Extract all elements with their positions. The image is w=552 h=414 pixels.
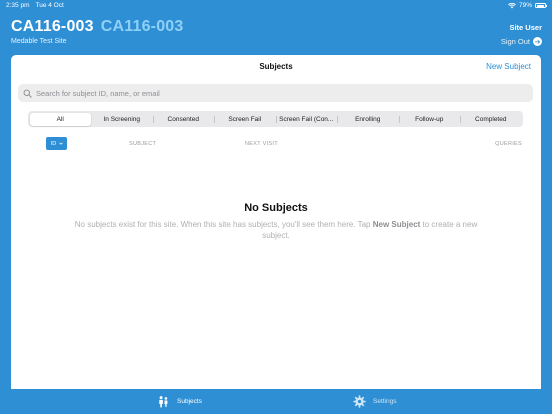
battery-percent: 79% [518,2,532,9]
filter-segment[interactable]: In Screening [91,113,153,126]
tab-settings-label: Settings [373,398,397,405]
status-date: Tue 4 Oct [35,2,64,9]
people-icon [159,396,168,408]
status-bar: 2:35 pm Tue 4 Oct 79% [0,0,552,11]
filter-segment[interactable]: All [29,112,91,126]
column-header-next-visit: NEXT VISIT [245,141,278,147]
search-input[interactable] [36,88,516,98]
tab-subjects-label: Subjects [177,398,202,405]
user-name: Site User [509,23,542,32]
site-name: Medable Test Site [11,38,67,45]
tab-settings[interactable]: Settings [353,395,397,408]
status-time: 2:35 pm [6,2,30,9]
sort-id-button[interactable]: ID [46,137,67,150]
empty-state-title: No Subjects [244,202,308,214]
filter-segment[interactable]: Completed [460,113,522,126]
filter-segment[interactable]: Screen Fail [214,113,276,126]
gear-icon [353,395,366,408]
tab-bar: Subjects Settings [0,389,552,414]
study-title: CA116-003 CA116-003 [11,18,184,36]
battery-icon [535,3,547,8]
study-code-secondary: CA116-003 [100,18,184,35]
app-header: CA116-003 CA116-003 Medable Test Site Si… [0,11,552,54]
sign-out-label: Sign Out [500,37,530,46]
column-headers: ID SUBJECT NEXT VISIT QUERIES [11,137,541,150]
sort-id-label: ID [50,140,57,147]
tab-subjects[interactable]: Subjects [157,395,202,408]
arrow-right-circle-icon: ➔ [533,37,542,46]
filter-segment[interactable]: Follow-up [398,113,461,126]
empty-state-text-before: No subjects exist for this site. When th… [74,220,373,229]
page-title: Subjects [259,62,293,71]
filter-segment[interactable]: Consented [152,113,215,126]
new-subject-button[interactable]: New Subject [486,62,531,71]
empty-state-text-bold: New Subject [372,220,421,229]
subjects-panel: Subjects New Subject AllIn ScreeningCons… [11,55,541,389]
status-filter: All In Screening Consented Screen Fail Scree… [28,111,523,127]
search-icon [23,89,32,98]
search-bar[interactable] [18,84,533,102]
study-code: CA116-003 [11,18,94,35]
sign-out-button[interactable]: Sign Out ➔ [501,37,542,46]
chevron-down-icon [58,142,63,145]
empty-state-description: No subjects exist for this site. When th… [61,219,491,241]
filter-segment[interactable]: Enrolling [337,113,399,126]
wifi-icon [508,2,516,8]
column-header-subject: SUBJECT [129,141,157,147]
filter-segment[interactable]: Screen Fail (Con... [275,113,338,126]
column-header-queries: QUERIES [495,141,522,147]
